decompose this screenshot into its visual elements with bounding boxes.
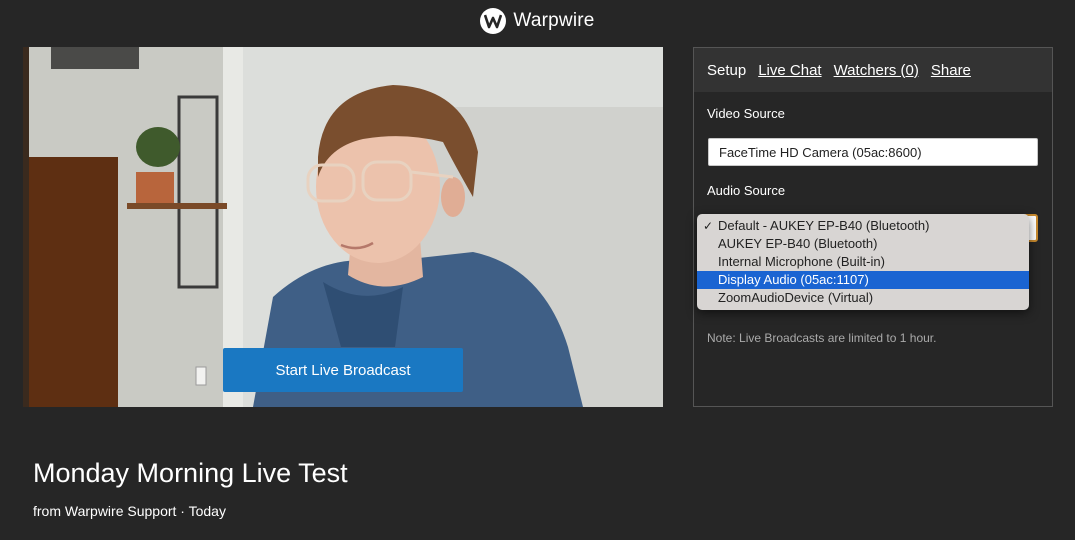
audio-source-dropdown-menu: ✓ Default - AUKEY EP-B40 (Bluetooth) AUK… (697, 214, 1029, 310)
warpwire-logo-icon (480, 8, 507, 34)
panel-tabs: Setup Live Chat Watchers (0) Share (694, 48, 1052, 92)
tab-setup[interactable]: Setup (707, 62, 746, 79)
broadcast-limit-note: Note: Live Broadcasts are limited to 1 h… (707, 331, 937, 345)
start-live-broadcast-button[interactable]: Start Live Broadcast (223, 348, 463, 392)
audio-option[interactable]: AUKEY EP-B40 (Bluetooth) (697, 235, 1029, 253)
tab-watchers[interactable]: Watchers (0) (834, 62, 919, 79)
audio-option-label: Default - AUKEY EP-B40 (Bluetooth) (718, 218, 930, 233)
audio-option[interactable]: ZoomAudioDevice (Virtual) (697, 289, 1029, 307)
video-byline: from Warpwire Support · Today (33, 503, 226, 519)
audio-option[interactable]: Internal Microphone (Built-in) (697, 253, 1029, 271)
broadcast-settings-panel: Setup Live Chat Watchers (0) Share Video… (693, 47, 1053, 407)
audio-option-label: AUKEY EP-B40 (Bluetooth) (718, 236, 878, 251)
checkmark-icon: ✓ (703, 219, 714, 233)
brand[interactable]: Warpwire (480, 8, 594, 34)
audio-option-label: Internal Microphone (Built-in) (718, 254, 885, 269)
audio-option[interactable]: ✓ Default - AUKEY EP-B40 (Bluetooth) (697, 217, 1029, 235)
top-bar: Warpwire (0, 0, 1075, 42)
audio-option-label: ZoomAudioDevice (Virtual) (718, 290, 874, 305)
video-preview: Start Live Broadcast (23, 47, 663, 407)
audio-source-label: Audio Source (707, 183, 786, 198)
video-source-label: Video Source (707, 106, 785, 121)
audio-option-highlighted[interactable]: Display Audio (05ac:1107) (697, 271, 1029, 289)
tab-share[interactable]: Share (931, 62, 971, 79)
video-title: Monday Morning Live Test (33, 458, 348, 488)
audio-option-label: Display Audio (05ac:1107) (718, 272, 869, 287)
brand-name: Warpwire (513, 10, 595, 31)
video-source-select[interactable]: FaceTime HD Camera (05ac:8600) (708, 138, 1038, 166)
tab-live-chat[interactable]: Live Chat (758, 62, 821, 79)
